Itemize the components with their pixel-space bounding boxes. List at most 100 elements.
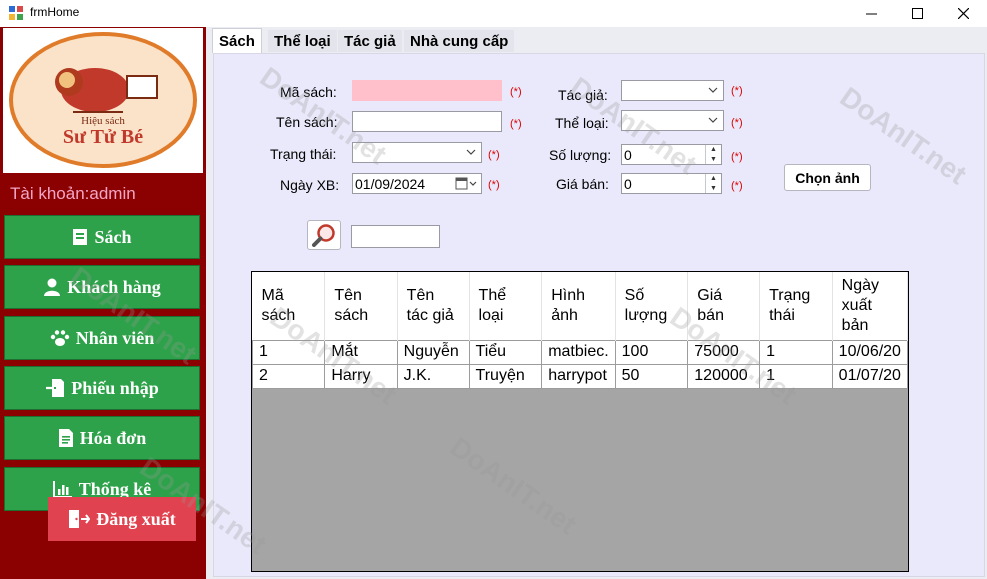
column-header[interactable]: Số lượng	[615, 272, 689, 340]
table-cell[interactable]: 100	[614, 339, 689, 365]
table-cell[interactable]: Harry	[324, 363, 398, 389]
sidebar-item-sach[interactable]: Sách	[4, 215, 200, 259]
maximize-button[interactable]	[894, 0, 940, 27]
ngay-xb-label: Ngày XB:	[280, 177, 340, 193]
trang-thai-combo[interactable]	[352, 142, 482, 163]
logout-button[interactable]: Đăng xuất	[48, 497, 196, 541]
sidebar-item-label: Hóa đơn	[79, 427, 147, 448]
paw-icon	[50, 330, 69, 346]
tab-nha-cung-cap[interactable]: Nhà cung cấp	[404, 30, 515, 52]
books-grid[interactable]: Mã sách Tên sách Tên tác giả Thể loại Hì…	[251, 271, 909, 572]
lion-logo-icon: Hiệu sách Sư Tử Bé	[9, 32, 197, 168]
gia-ban-label: Giá bán:	[556, 176, 609, 192]
minimize-button[interactable]	[848, 0, 894, 27]
trang-thai-label: Trạng thái:	[270, 146, 337, 162]
ten-sach-label: Tên sách:	[276, 114, 338, 130]
invoice-icon	[58, 429, 73, 447]
column-header[interactable]: Ngày xuất bản	[832, 272, 908, 340]
tac-gia-combo[interactable]	[621, 80, 724, 101]
table-cell[interactable]: 10/06/20	[831, 339, 908, 365]
so-luong-input[interactable]: 0 ▲ ▼	[621, 144, 722, 165]
table-cell[interactable]: 1	[759, 363, 833, 389]
sidebar-item-label: Sách	[94, 226, 132, 247]
spin-up-icon[interactable]: ▲	[706, 145, 721, 155]
gia-ban-input[interactable]: 0 ▲ ▼	[621, 173, 722, 194]
search-input[interactable]	[351, 225, 440, 248]
table-cell[interactable]: 75000	[687, 339, 761, 365]
so-luong-value: 0	[624, 146, 632, 163]
column-header[interactable]: Giá bán	[687, 272, 761, 340]
sidebar-item-khach-hang[interactable]: Khách hàng	[4, 265, 200, 309]
sidebar: Hiệu sách Sư Tử Bé Tài khoản:admin Sách …	[0, 27, 206, 579]
ten-sach-input[interactable]	[352, 111, 502, 132]
sidebar-item-hoa-don[interactable]: Hóa đơn	[4, 416, 200, 460]
tab-sach[interactable]: Sách	[212, 28, 262, 53]
column-header[interactable]: Trạng thái	[759, 272, 833, 340]
so-luong-label: Số lượng:	[549, 147, 612, 163]
spin-down-icon[interactable]: ▼	[706, 155, 721, 165]
required-mark: (*)	[731, 151, 743, 163]
table-cell[interactable]: Mắt	[324, 339, 398, 365]
ngay-xb-datepicker[interactable]: 01/09/2024	[352, 173, 482, 194]
close-icon	[957, 8, 969, 19]
so-luong-spinner[interactable]: ▲ ▼	[705, 145, 721, 164]
books-table: Mã sách Tên sách Tên tác giả Thể loại Hì…	[252, 272, 908, 389]
tab-tac-gia[interactable]: Tác giả	[338, 30, 402, 52]
book-icon	[73, 229, 88, 245]
column-header[interactable]: Tên sách	[324, 272, 398, 340]
table-cell[interactable]: 01/07/20	[831, 363, 908, 389]
required-mark: (*)	[731, 180, 743, 192]
table-cell[interactable]: Tiểu	[468, 339, 543, 365]
ngay-xb-value: 01/09/2024	[355, 175, 426, 192]
search-icon	[312, 224, 335, 247]
required-mark: (*)	[488, 149, 500, 161]
table-cell[interactable]: 1	[252, 339, 326, 365]
app-icon	[9, 6, 23, 20]
required-mark: (*)	[488, 179, 500, 191]
the-loai-combo[interactable]	[621, 110, 724, 131]
table-cell[interactable]: matbiec.	[541, 339, 616, 365]
chevron-down-icon	[466, 149, 476, 155]
gia-ban-spinner[interactable]: ▲ ▼	[705, 174, 721, 193]
sidebar-item-label: Nhân viên	[75, 327, 155, 348]
account-label: Tài khoản:admin	[10, 184, 136, 203]
search-button[interactable]	[307, 220, 341, 250]
required-mark: (*)	[510, 86, 522, 98]
column-header[interactable]: Tên tác giả	[397, 272, 470, 340]
table-cell[interactable]: 1	[759, 339, 833, 365]
chevron-down-icon	[708, 87, 718, 93]
the-loai-label: Thể loại:	[555, 115, 609, 131]
choose-image-button[interactable]: Chọn ảnh	[784, 164, 871, 191]
chart-icon	[52, 481, 72, 498]
sidebar-item-label: Khách hàng	[67, 276, 161, 297]
close-button[interactable]	[940, 0, 986, 27]
import-icon	[46, 379, 65, 397]
column-header[interactable]: Thể loại	[469, 272, 543, 340]
table-cell[interactable]: Truyện	[468, 363, 543, 389]
sidebar-item-label: Phiếu nhập	[71, 377, 159, 398]
table-cell[interactable]: 50	[614, 363, 689, 389]
sidebar-item-nhan-vien[interactable]: Nhân viên	[4, 316, 200, 360]
table-cell[interactable]: Nguyễn	[396, 339, 470, 365]
logo-title: Sư Tử Bé	[63, 126, 143, 148]
tac-gia-label: Tác giả:	[558, 87, 608, 103]
logo: Hiệu sách Sư Tử Bé	[3, 28, 203, 173]
table-cell[interactable]: J.K.	[396, 363, 470, 389]
spin-up-icon[interactable]: ▲	[706, 174, 721, 184]
sidebar-item-phieu-nhap[interactable]: Phiếu nhập	[4, 366, 200, 410]
grid-header-row: Mã sách Tên sách Tên tác giả Thể loại Hì…	[252, 272, 908, 340]
table-cell[interactable]: harrypot	[541, 363, 616, 389]
gia-ban-value: 0	[624, 175, 632, 192]
column-header[interactable]: Mã sách	[252, 272, 326, 340]
table-row[interactable]: 2 Harry J.K. Truyện harrypot 50 120000 1…	[252, 363, 908, 389]
user-icon	[44, 278, 61, 296]
table-cell[interactable]: 2	[252, 363, 326, 389]
minimize-icon	[865, 13, 877, 15]
calendar-icon	[455, 177, 477, 190]
table-cell[interactable]: 120000	[687, 363, 761, 389]
tab-the-loai[interactable]: Thể loại	[268, 30, 337, 52]
table-row[interactable]: 1 Mắt Nguyễn Tiểu matbiec. 100 75000 1 1…	[252, 339, 908, 365]
column-header[interactable]: Hình ảnh	[541, 272, 616, 340]
spin-down-icon[interactable]: ▼	[706, 184, 721, 194]
ma-sach-input[interactable]	[352, 80, 502, 101]
